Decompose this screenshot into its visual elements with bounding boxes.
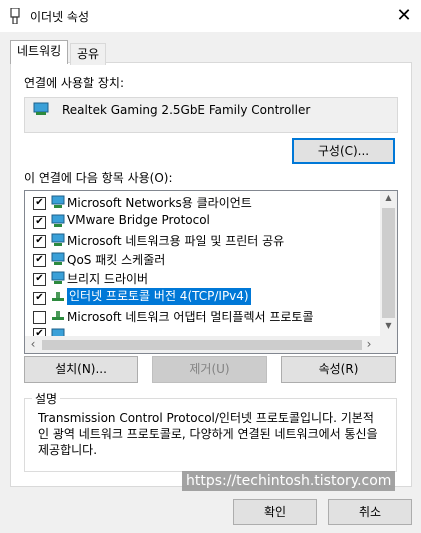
protocol-icon bbox=[51, 271, 65, 284]
list-item-label: Microsoft Networks용 클라이언트 bbox=[67, 196, 252, 210]
scroll-up-icon[interactable]: ▲ bbox=[380, 193, 397, 202]
vertical-scroll-thumb[interactable] bbox=[382, 208, 395, 318]
scroll-left-icon[interactable]: ‹ bbox=[27, 336, 39, 353]
checkbox[interactable]: ✔ bbox=[33, 197, 46, 210]
scroll-down-icon[interactable]: ▼ bbox=[380, 321, 397, 330]
service-icon bbox=[51, 233, 65, 246]
list-item[interactable]: ✔ Microsoft Networks용 클라이언트 bbox=[25, 193, 380, 212]
checkbox[interactable]: ✔ bbox=[33, 292, 46, 305]
list-item[interactable]: ✔ QoS 패킷 스케줄러 bbox=[25, 250, 380, 269]
checkbox[interactable]: ✔ bbox=[33, 328, 46, 336]
remove-button: 제거(U) bbox=[152, 356, 267, 383]
protocol-icon bbox=[52, 311, 64, 320]
list-item-label: QoS 패킷 스케줄러 bbox=[67, 253, 166, 267]
list-item-label: Microsoft 네트워크 어댑터 멀티플렉서 프로토콜 bbox=[67, 310, 314, 324]
checkbox[interactable]: ✔ bbox=[33, 273, 46, 286]
checkbox[interactable]: ✔ bbox=[33, 216, 46, 229]
checkbox[interactable]: ✔ bbox=[33, 254, 46, 267]
window-title: 이더넷 속성 bbox=[30, 10, 90, 24]
service-icon bbox=[51, 252, 65, 265]
watermark: https://techintosh.tistory.com bbox=[182, 471, 396, 491]
checkbox[interactable]: ✔ bbox=[33, 235, 46, 248]
client-icon bbox=[51, 195, 65, 208]
list-item[interactable]: ✔ Microsoft 네트워크용 파일 및 프린터 공유 bbox=[25, 231, 380, 250]
configure-button[interactable]: 구성(C)... bbox=[292, 138, 395, 164]
horizontal-scroll-thumb[interactable] bbox=[42, 340, 362, 350]
network-card-icon bbox=[33, 102, 49, 115]
close-icon[interactable]: ✕ bbox=[392, 4, 416, 28]
description-title: 설명 bbox=[32, 390, 61, 407]
list-item[interactable]: ✔ 브리지 드라이버 bbox=[25, 269, 380, 288]
list-item[interactable]: ✔ VMware Bridge Protocol bbox=[25, 212, 380, 231]
items-list[interactable]: ✔ Microsoft Networks용 클라이언트 ✔ VMware Bri… bbox=[24, 190, 398, 354]
checkbox[interactable] bbox=[33, 311, 46, 324]
network-adapter-icon bbox=[10, 8, 20, 24]
tab-networking[interactable]: 네트워킹 bbox=[10, 40, 69, 64]
description-text: Transmission Control Protocol/인터넷 프로토콜입니… bbox=[38, 411, 378, 457]
list-item-selected[interactable]: ✔ 인터넷 프로토콜 버전 4(TCP/IPv4) bbox=[25, 288, 380, 307]
list-item-label: VMware Bridge Protocol bbox=[67, 213, 210, 227]
cancel-button[interactable]: 취소 bbox=[328, 499, 412, 525]
protocol-icon bbox=[52, 292, 64, 301]
install-button[interactable]: 설치(N)... bbox=[24, 356, 138, 383]
tab-sharing[interactable]: 공유 bbox=[70, 43, 107, 65]
scroll-right-icon[interactable]: › bbox=[363, 336, 375, 353]
connect-using-label: 연결에 사용할 장치: bbox=[24, 76, 124, 90]
device-name: Realtek Gaming 2.5GbE Family Controller bbox=[62, 103, 311, 117]
list-item-label: 인터넷 프로토콜 버전 4(TCP/IPv4) bbox=[67, 288, 251, 305]
properties-button[interactable]: 속성(R) bbox=[281, 356, 396, 383]
ok-button[interactable]: 확인 bbox=[233, 499, 317, 525]
list-item-label: 브리지 드라이버 bbox=[67, 272, 149, 286]
protocol-icon bbox=[51, 214, 65, 227]
list-item[interactable]: Microsoft 네트워크 어댑터 멀티플렉서 프로토콜 bbox=[25, 307, 380, 326]
list-item-label: Microsoft 네트워크용 파일 및 프린터 공유 bbox=[67, 234, 285, 248]
list-item-partial[interactable]: ✔ bbox=[25, 326, 380, 336]
items-label: 이 연결에 다음 항목 사용(O): bbox=[24, 171, 173, 185]
protocol-icon bbox=[51, 328, 65, 336]
